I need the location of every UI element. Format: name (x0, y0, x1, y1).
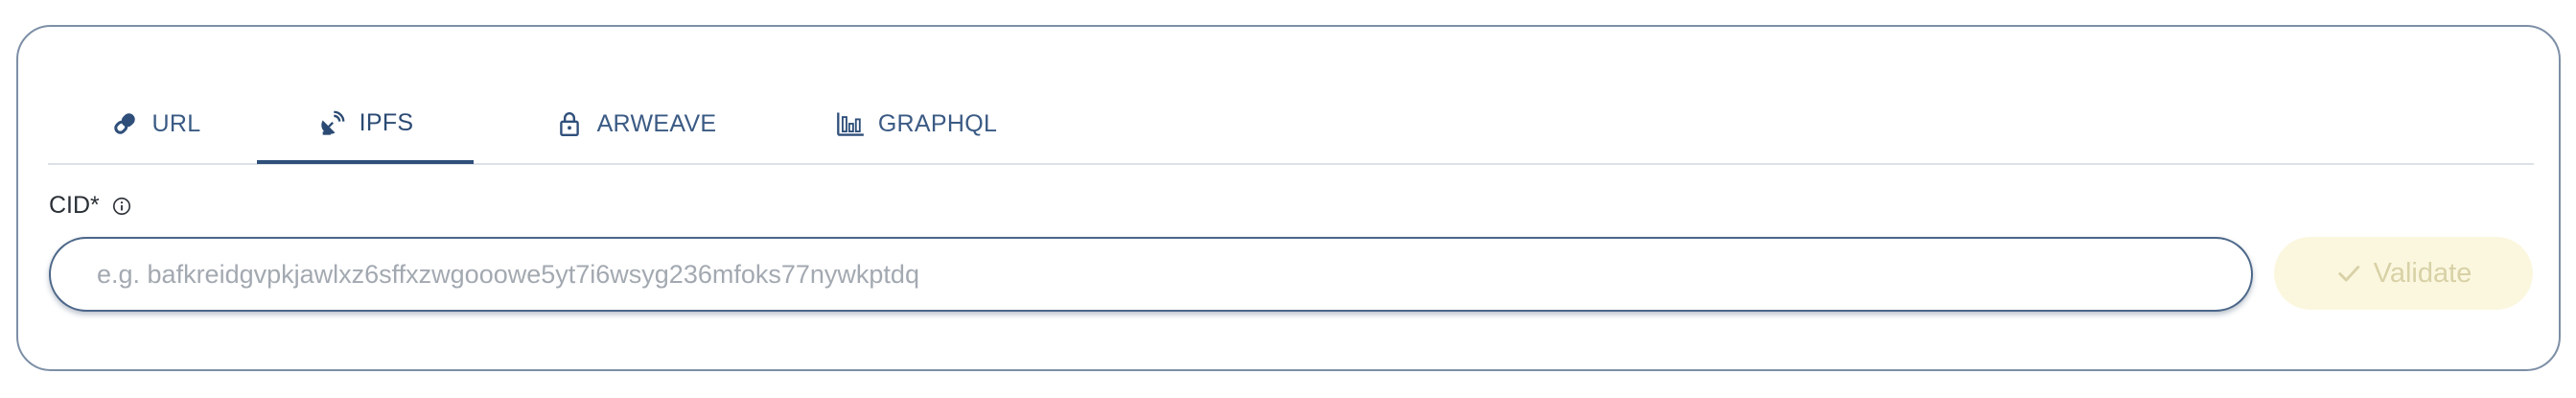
tab-graphql[interactable]: GRAPHQL (792, 86, 1041, 161)
tab-arweave[interactable]: ARWEAVE (514, 86, 757, 161)
bar-chart-icon (836, 109, 865, 138)
tab-url[interactable]: URL (90, 86, 220, 161)
lock-icon (555, 109, 584, 138)
source-card (16, 25, 2561, 371)
validate-button-label: Validate (2373, 257, 2472, 289)
source-tabs: URL IPFS ARWEAVE GRAPHQL (48, 86, 2534, 165)
check-icon (2335, 260, 2362, 287)
validate-button[interactable]: Validate (2274, 237, 2533, 310)
link-icon (110, 109, 139, 138)
tab-ipfs[interactable]: IPFS (257, 86, 474, 164)
info-icon[interactable] (111, 196, 132, 217)
cid-label: CID* (49, 192, 132, 220)
tab-arweave-label: ARWEAVE (596, 109, 717, 137)
cid-label-text: CID* (49, 192, 100, 219)
tab-ipfs-label: IPFS (359, 109, 414, 136)
satellite-dish-icon (317, 109, 346, 138)
tab-url-label: URL (151, 109, 201, 137)
cid-input[interactable] (49, 237, 2253, 312)
tab-graphql-label: GRAPHQL (877, 109, 998, 137)
